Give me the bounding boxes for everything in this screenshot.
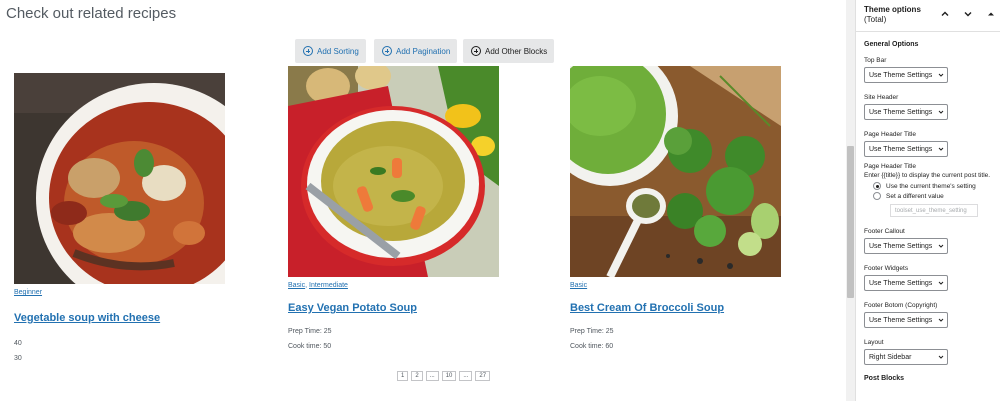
category-link[interactable]: Beginner [14,289,42,296]
page-header-title-select[interactable]: Use Theme Settings [864,141,948,157]
page-link[interactable]: 2 [411,371,423,381]
recipe-meta: 30 [14,355,22,362]
panel-title-text: Theme options [864,5,921,14]
add-pagination-label: Add Pagination [396,46,451,56]
canvas-scrollbar[interactable] [846,0,855,401]
custom-title-input[interactable]: toolset_use_theme_setting [890,204,978,217]
chevron-down-icon [938,355,944,359]
radio-unchecked-icon[interactable] [873,192,881,200]
category-link[interactable]: Basic [570,282,587,289]
field-label: Top Bar [864,57,887,64]
field-label: Footer Widgets [864,265,909,272]
recipe-meta: Prep Time: 25 [570,328,614,335]
select-value: Use Theme Settings [869,108,933,116]
recipe-card: Beginner Vegetable soup with cheese 40 3… [14,73,225,362]
field-help: Enter {{title}} to display the current p… [864,172,991,179]
chevron-up-icon[interactable] [940,9,950,19]
recipe-title-link[interactable]: Easy Vegan Potato Soup [288,302,499,314]
add-other-blocks-button[interactable]: Add Other Blocks [463,39,555,63]
page-ellipsis: ... [425,371,439,381]
category-link[interactable]: Basic [288,282,305,289]
panel-subtitle: (Total) [864,15,887,24]
panel-header[interactable]: Theme options (Total) [856,0,1000,32]
recipe-categories: Basic, Intermediate [288,282,348,289]
section-heading: Check out related recipes [6,5,177,22]
site-header-select[interactable]: Use Theme Settings [864,104,948,120]
pagination: 1 2 ... 10 ... 27 [397,371,491,381]
caret-up-icon[interactable] [986,9,996,19]
radio-checked-icon[interactable] [873,182,881,190]
chevron-down-icon [938,73,944,77]
add-sorting-label: Add Sorting [317,46,359,56]
layout-select[interactable]: Right Sidebar [864,349,948,365]
recipe-image-vegetable-soup[interactable] [14,73,225,284]
top-bar-select[interactable]: Use Theme Settings [864,67,948,83]
recipe-card: Basic Best Cream Of Broccoli Soup Prep T… [570,66,781,350]
panel-title: Theme options (Total) [864,5,934,25]
recipe-meta: 40 [14,340,22,347]
recipe-categories: Beginner [14,289,225,296]
chevron-down-icon [938,318,944,322]
chevron-down-icon[interactable] [963,9,973,19]
chevron-down-icon [938,281,944,285]
footer-bottom-select[interactable]: Use Theme Settings [864,312,948,328]
select-value: Use Theme Settings [869,242,933,250]
recipe-image-broccoli-soup[interactable] [570,66,781,277]
select-value: Right Sidebar [869,353,912,361]
field-label: Layout [864,339,884,346]
field-label: Site Header [864,94,899,101]
radio-different-value[interactable]: Set a different value [864,192,1000,200]
recipe-meta: Cook time: 60 [570,343,614,350]
field-label: Footer Botom (Copyright) [864,302,938,309]
footer-callout-select[interactable]: Use Theme Settings [864,238,948,254]
page-link[interactable]: 1 [397,371,409,381]
section-title: Post Blocks [864,375,905,382]
plus-circle-icon [303,46,313,56]
field-label: Footer Callout [864,228,905,235]
select-value: Use Theme Settings [869,316,933,324]
recipe-meta: Cook time: 50 [288,343,332,350]
select-value: Use Theme Settings [869,279,933,287]
recipe-title-link[interactable]: Vegetable soup with cheese [14,312,225,324]
recipe-title-link[interactable]: Best Cream Of Broccoli Soup [570,302,781,314]
chevron-down-icon [938,110,944,114]
plus-circle-icon [382,46,392,56]
chevron-down-icon [938,244,944,248]
category-link[interactable]: Intermediate [309,282,348,289]
select-value: Use Theme Settings [869,71,933,79]
page-ellipsis: ... [459,371,473,381]
editor-canvas: Check out related recipes Add Sorting Ad… [0,0,846,401]
recipe-categories: Basic [570,282,781,289]
add-pagination-button[interactable]: Add Pagination [374,39,458,63]
footer-widgets-select[interactable]: Use Theme Settings [864,275,948,291]
radio-label: Use the current theme's setting [886,182,976,190]
panel-body: General Options Top Bar Use Theme Settin… [856,41,1000,382]
settings-sidebar: Theme options (Total) General Options To… [855,0,1000,401]
section-title: General Options [864,41,919,48]
scrollbar-thumb[interactable] [847,146,854,298]
recipe-meta: Prep Time: 25 [288,328,332,335]
page-link[interactable]: 27 [475,371,491,381]
add-other-blocks-label: Add Other Blocks [485,46,548,56]
page: Check out related recipes Add Sorting Ad… [0,0,1000,401]
recipe-image-potato-soup[interactable] [288,66,499,277]
page-link[interactable]: 10 [441,371,457,381]
recipe-card: Basic, Intermediate Easy Vegan Potato So… [288,66,499,350]
field-label: Page Header Title [864,163,917,170]
add-sorting-button[interactable]: Add Sorting [295,39,366,63]
chevron-down-icon [938,147,944,151]
select-value: Use Theme Settings [869,145,933,153]
plus-circle-icon [471,46,481,56]
radio-current-theme[interactable]: Use the current theme's setting [864,182,1000,190]
radio-label: Set a different value [886,192,944,200]
field-label: Page Header Title [864,131,917,138]
